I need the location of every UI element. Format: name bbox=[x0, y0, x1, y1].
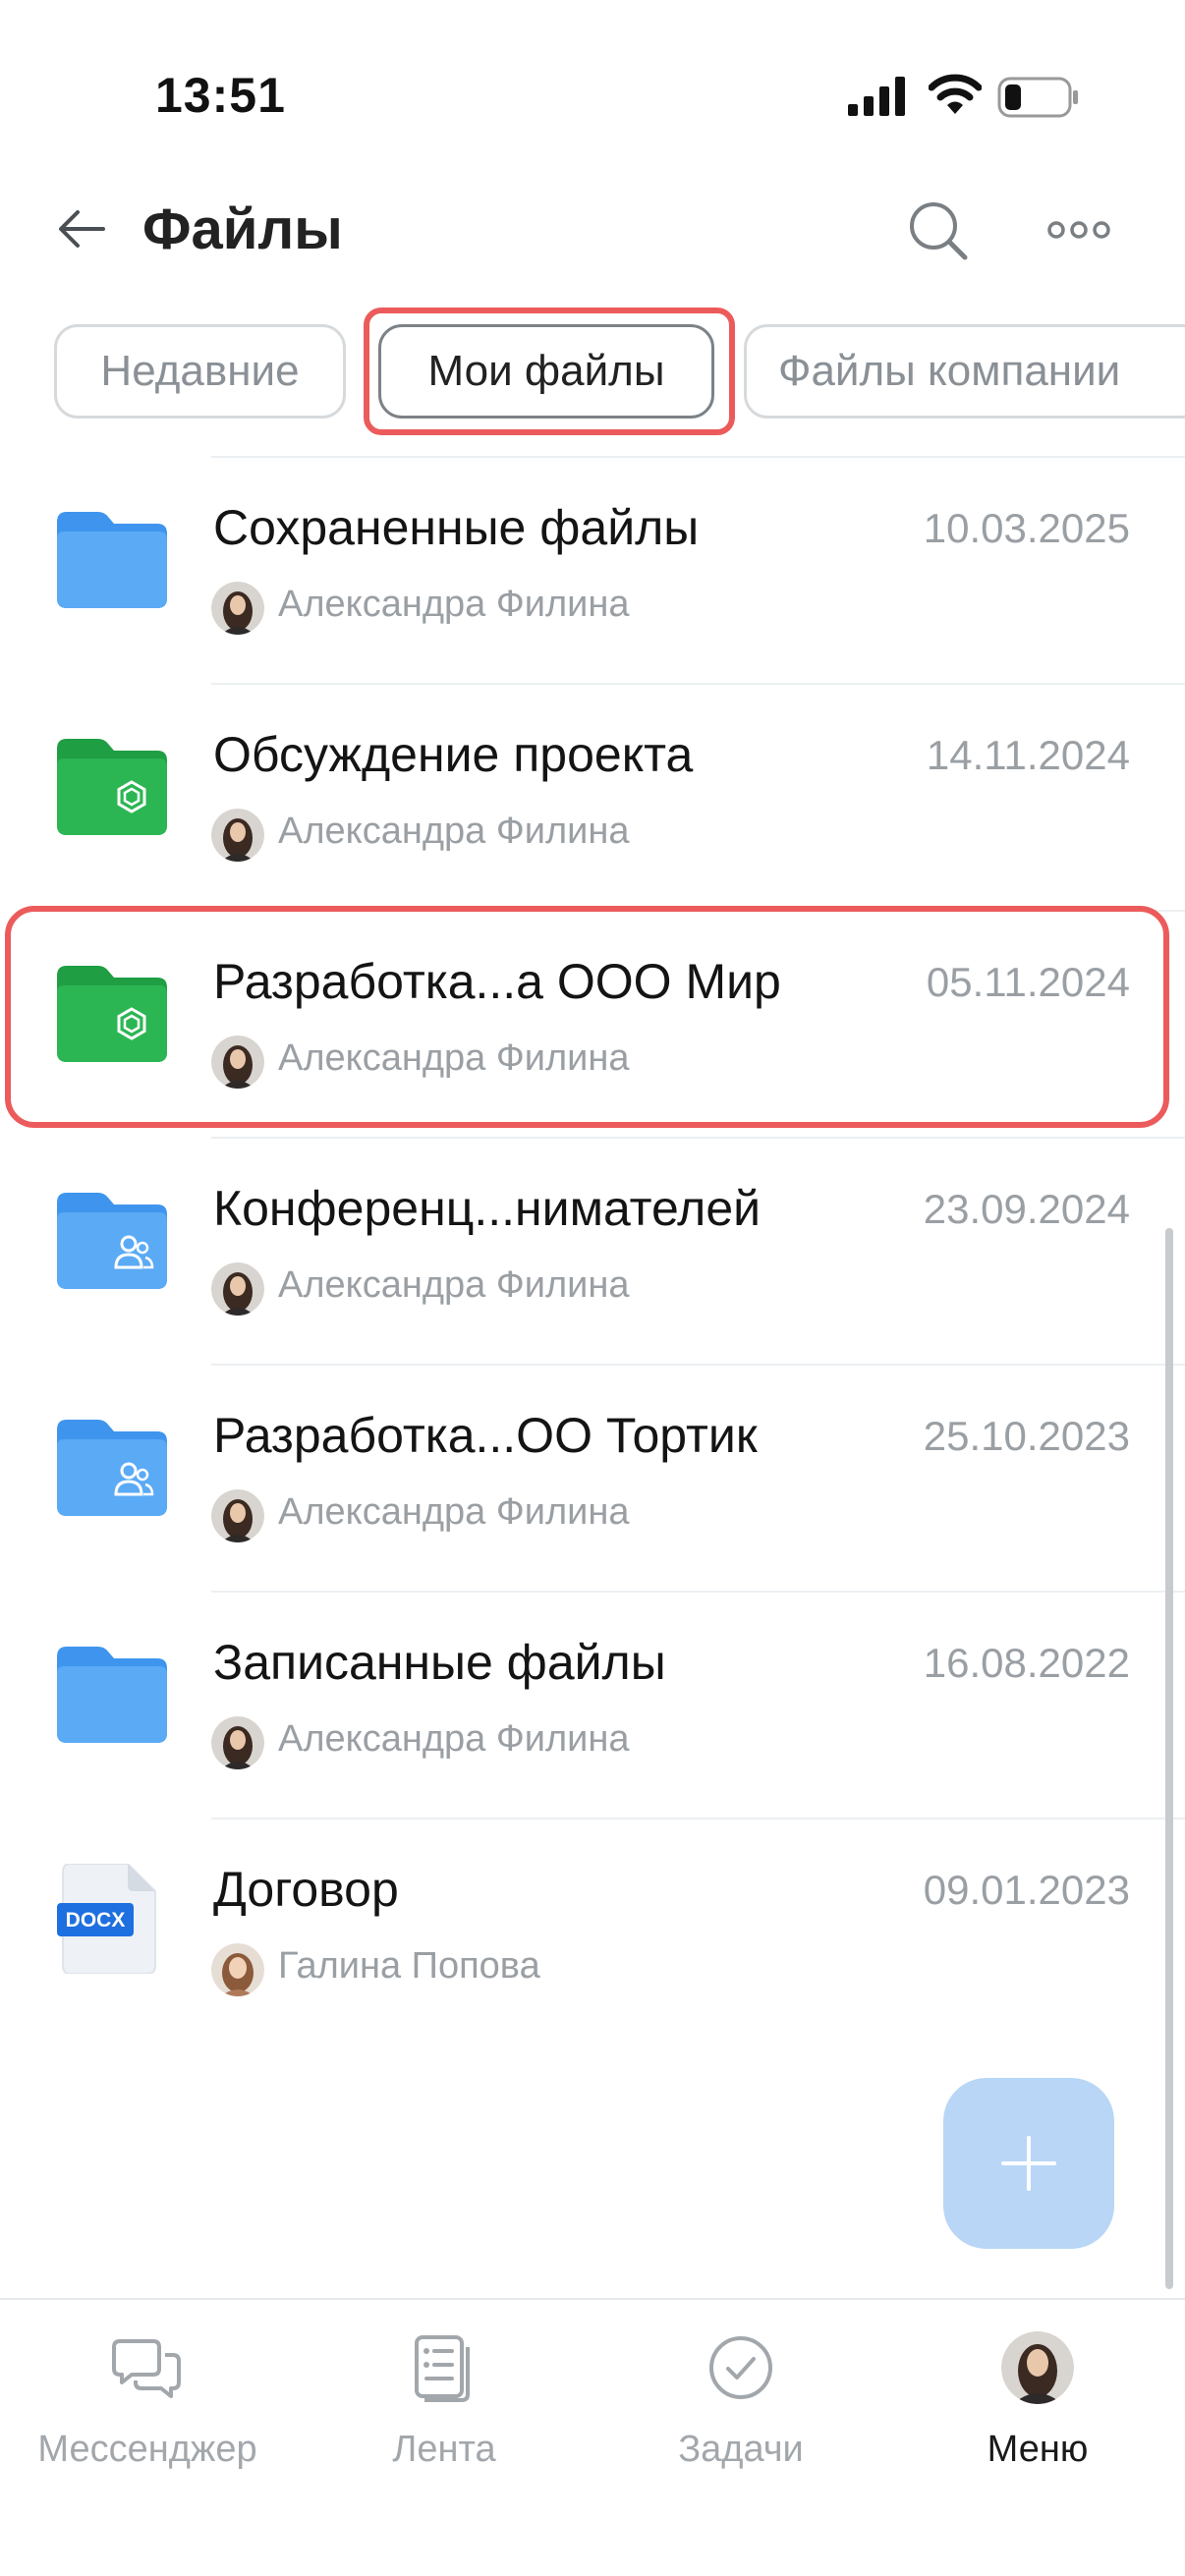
tab-recent[interactable]: Недавние bbox=[54, 324, 346, 419]
status-time: 13:51 bbox=[155, 68, 286, 123]
avatar bbox=[211, 1716, 264, 1769]
file-date: 05.11.2024 bbox=[926, 959, 1130, 1005]
tab-my-files[interactable]: Мои файлы bbox=[378, 324, 714, 419]
cellular-signal-icon bbox=[848, 77, 905, 116]
file-row[interactable]: DOCX Договор 09.01.2023 Галина Попова bbox=[0, 1820, 1185, 2046]
file-owner: Галина Попова bbox=[278, 1945, 540, 1987]
nav-menu[interactable]: Меню bbox=[890, 2328, 1185, 2471]
shared-folder-icon bbox=[57, 1420, 167, 1516]
file-name: Сохраненные файлы bbox=[213, 500, 700, 555]
nav-label: Меню bbox=[987, 2429, 1089, 2470]
file-owner: Александра Филина bbox=[278, 1037, 630, 1079]
file-row[interactable]: Сохраненные файлы 10.03.2025 Александра … bbox=[0, 458, 1185, 685]
nav-tasks[interactable]: Задачи bbox=[593, 2328, 888, 2471]
wifi-icon bbox=[929, 74, 982, 114]
folder-icon bbox=[57, 512, 167, 608]
nav-label: Лента bbox=[392, 2429, 496, 2470]
file-name: Разработка...а ООО Мир bbox=[213, 954, 781, 1009]
feed-icon bbox=[415, 2335, 470, 2402]
battery-icon bbox=[997, 77, 1078, 118]
file-owner: Александра Филина bbox=[278, 584, 630, 625]
nav-label: Мессенджер bbox=[37, 2429, 257, 2470]
chat-icon bbox=[112, 2339, 181, 2398]
avatar bbox=[211, 1943, 264, 1996]
file-date: 25.10.2023 bbox=[923, 1413, 1130, 1459]
tasks-icon bbox=[709, 2336, 772, 2399]
file-owner: Александра Филина bbox=[278, 1264, 630, 1306]
nav-feed[interactable]: Лента bbox=[297, 2328, 592, 2471]
folder-icon bbox=[57, 1647, 167, 1743]
file-row[interactable]: Обсуждение проекта 14.11.2024 Александра… bbox=[0, 685, 1185, 912]
file-date: 10.03.2025 bbox=[923, 505, 1130, 551]
scrollbar[interactable] bbox=[1165, 1228, 1173, 2289]
file-row[interactable]: Разработка...а ООО Мир 05.11.2024 Алекса… bbox=[0, 912, 1185, 1139]
file-name: Договор bbox=[213, 1862, 399, 1917]
file-name: Обсуждение проекта bbox=[213, 727, 694, 782]
avatar bbox=[211, 809, 264, 862]
group-folder-icon bbox=[57, 739, 167, 835]
file-owner: Александра Филина bbox=[278, 1491, 630, 1533]
file-name: Записанные файлы bbox=[213, 1635, 666, 1690]
avatar bbox=[211, 582, 264, 635]
file-owner: Александра Филина bbox=[278, 1718, 630, 1760]
file-date: 14.11.2024 bbox=[926, 732, 1130, 778]
plus-icon bbox=[1001, 2136, 1056, 2191]
avatar bbox=[211, 1489, 264, 1542]
avatar bbox=[1001, 2331, 1074, 2404]
file-date: 23.09.2024 bbox=[923, 1186, 1130, 1232]
nav-label: Задачи bbox=[678, 2429, 804, 2470]
docx-badge-text: DOCX bbox=[66, 1909, 126, 1932]
file-row[interactable]: Записанные файлы 16.08.2022 Александра Ф… bbox=[0, 1593, 1185, 1820]
file-name: Разработка...ОО Тортик bbox=[213, 1408, 758, 1463]
back-arrow-icon[interactable] bbox=[54, 201, 109, 256]
avatar bbox=[211, 1262, 264, 1316]
add-button[interactable] bbox=[943, 2078, 1114, 2249]
file-row[interactable]: Конференц...нимателей 23.09.2024 Алексан… bbox=[0, 1139, 1185, 1366]
file-owner: Александра Филина bbox=[278, 811, 630, 852]
tab-company-files[interactable]: Файлы компании bbox=[744, 324, 1185, 419]
file-row[interactable]: Разработка...ОО Тортик 25.10.2023 Алекса… bbox=[0, 1366, 1185, 1593]
file-date: 09.01.2023 bbox=[923, 1867, 1130, 1913]
page-title: Файлы bbox=[142, 197, 343, 261]
file-name: Конференц...нимателей bbox=[213, 1181, 762, 1236]
divider bbox=[0, 2298, 1185, 2300]
search-icon[interactable] bbox=[904, 196, 973, 265]
avatar bbox=[211, 1036, 264, 1089]
nav-messenger[interactable]: Мессенджер bbox=[0, 2328, 295, 2471]
docx-file-icon: DOCX bbox=[57, 1864, 156, 1974]
shared-folder-icon bbox=[57, 1193, 167, 1289]
group-folder-icon bbox=[57, 966, 167, 1062]
file-date: 16.08.2022 bbox=[923, 1640, 1130, 1686]
more-options-icon[interactable] bbox=[1046, 218, 1111, 242]
